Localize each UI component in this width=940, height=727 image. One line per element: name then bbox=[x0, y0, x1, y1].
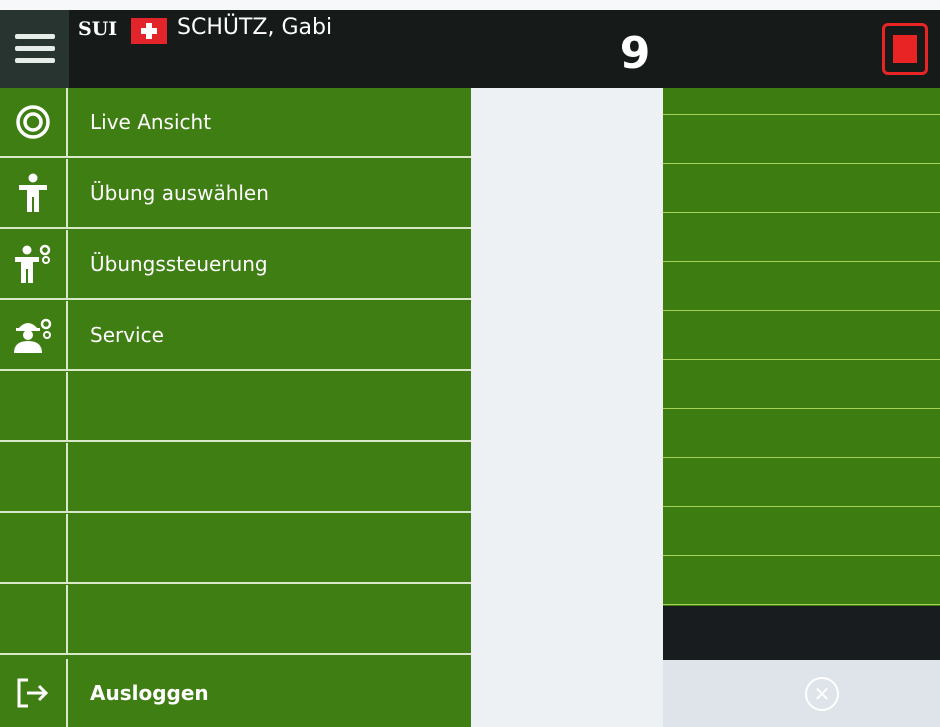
top-bezel bbox=[0, 0, 940, 10]
sidebar-item-empty bbox=[0, 443, 471, 513]
shot-list-panel bbox=[663, 88, 940, 606]
sidebar-item-service[interactable]: Service bbox=[0, 301, 471, 371]
divider bbox=[663, 457, 940, 458]
sidebar-item-empty bbox=[0, 514, 471, 584]
sidebar-menu: Live Ansicht Übung auswählen Übungssteue… bbox=[0, 88, 471, 727]
swiss-flag-icon bbox=[131, 18, 167, 44]
hamburger-icon bbox=[14, 34, 55, 64]
sidebar-item-label: Übung auswählen bbox=[90, 181, 269, 205]
target-icon bbox=[0, 88, 68, 156]
person-gear-icon bbox=[0, 230, 68, 298]
logout-button[interactable]: Ausloggen bbox=[0, 659, 471, 727]
divider bbox=[663, 261, 940, 262]
divider bbox=[663, 408, 940, 409]
shot-count: 9 bbox=[619, 28, 651, 79]
divider bbox=[663, 114, 940, 115]
sidebar-item-label: Live Ansicht bbox=[90, 110, 212, 134]
sidebar-item-label: Übungssteuerung bbox=[90, 252, 268, 276]
sidebar-item-empty bbox=[0, 372, 471, 442]
divider bbox=[663, 555, 940, 556]
hamburger-menu-button[interactable] bbox=[0, 10, 69, 88]
content-panel bbox=[471, 88, 663, 727]
divider bbox=[663, 359, 940, 360]
close-icon[interactable]: ✕ bbox=[805, 677, 839, 711]
divider bbox=[663, 604, 940, 605]
divider bbox=[663, 163, 940, 164]
person-icon bbox=[0, 159, 68, 227]
worker-gear-icon bbox=[0, 301, 68, 369]
stop-button[interactable] bbox=[882, 23, 928, 75]
sidebar-item-uebungssteuerung[interactable]: Übungssteuerung bbox=[0, 230, 471, 300]
sidebar-item-live-ansicht[interactable]: Live Ansicht bbox=[0, 88, 471, 158]
shooter-name: SCHÜTZ, Gabi bbox=[177, 15, 333, 40]
country-code: SUI bbox=[78, 18, 118, 40]
stop-icon bbox=[893, 35, 917, 63]
bottom-panel bbox=[663, 660, 940, 727]
screen: SUI SCHÜTZ, Gabi 9 Live Ansicht Übung au… bbox=[0, 0, 940, 727]
logout-icon bbox=[0, 659, 68, 727]
divider bbox=[663, 212, 940, 213]
sidebar-item-empty bbox=[0, 585, 471, 655]
divider bbox=[663, 310, 940, 311]
divider bbox=[663, 506, 940, 507]
sidebar-item-label: Service bbox=[90, 323, 164, 347]
status-bar bbox=[663, 606, 940, 660]
logout-label: Ausloggen bbox=[90, 681, 209, 705]
sidebar-item-uebung-auswaehlen[interactable]: Übung auswählen bbox=[0, 159, 471, 229]
